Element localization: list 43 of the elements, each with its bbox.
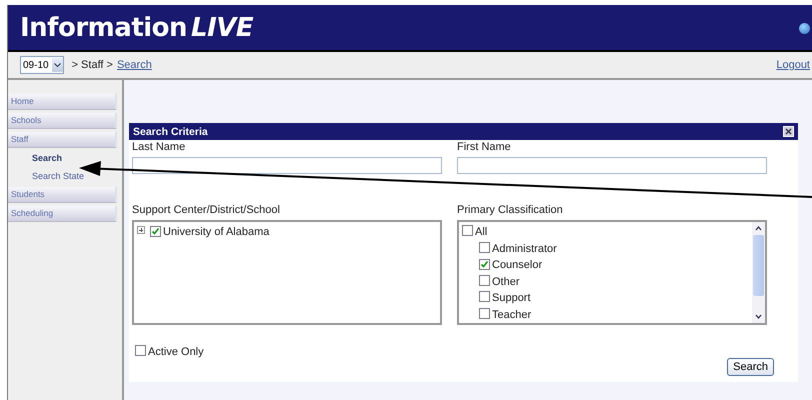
close-icon[interactable] [783,126,794,137]
option-label[interactable]: Other [492,276,520,288]
checkbox[interactable] [462,225,473,236]
checkbox[interactable] [479,291,490,302]
checkbox[interactable] [479,274,490,286]
option-label[interactable]: Teacher [492,308,532,320]
nav-item[interactable]: Schools [8,113,117,129]
nav-item[interactable]: Scheduling [8,206,117,222]
checked-checkbox[interactable] [479,259,490,270]
field-label: First Name [457,140,512,155]
field-label: Last Name [132,140,186,155]
checkbox[interactable] [479,308,490,318]
option-label[interactable]: Counselor [492,259,542,271]
panel-title: Search Criteria [133,126,208,138]
year-dropdown[interactable]: 09-10 [20,56,64,74]
breadcrumb-text: > Staff > [72,59,113,71]
option-label[interactable]: All [475,226,488,238]
option-label[interactable]: Administrator [492,242,557,254]
nav-subitem[interactable]: Search [8,151,122,166]
text-field[interactable] [457,157,767,174]
text-field[interactable] [132,157,442,174]
field-label: Support Center/District/School [132,203,281,218]
option-label[interactable]: Support [492,292,531,304]
nav-item[interactable]: Students [8,187,117,203]
breadcrumb-link[interactable]: Search [116,59,152,71]
app-logo: Information LIVE [20,12,254,42]
scroll-up-icon[interactable] [754,224,763,233]
checked-checkbox[interactable] [150,226,161,237]
scroll-down-icon[interactable] [754,312,763,321]
tree-item-label[interactable]: University of Alabama [163,226,270,238]
field-label: Primary Classification [457,203,564,218]
nav-item[interactable]: Staff [8,132,117,148]
logout-link[interactable]: Logout [776,59,810,71]
expand-icon[interactable] [137,226,145,234]
caret-icon [54,63,61,67]
checkbox[interactable] [135,345,146,356]
scrollbar[interactable] [752,222,765,323]
search-button[interactable]: Search [727,358,774,376]
checkbox-label[interactable]: Active Only [148,346,204,358]
help-icon[interactable] [799,23,810,34]
nav-subitem[interactable]: Search State [8,169,122,184]
nav-item[interactable]: Home [8,94,117,110]
checkbox[interactable] [479,242,490,252]
